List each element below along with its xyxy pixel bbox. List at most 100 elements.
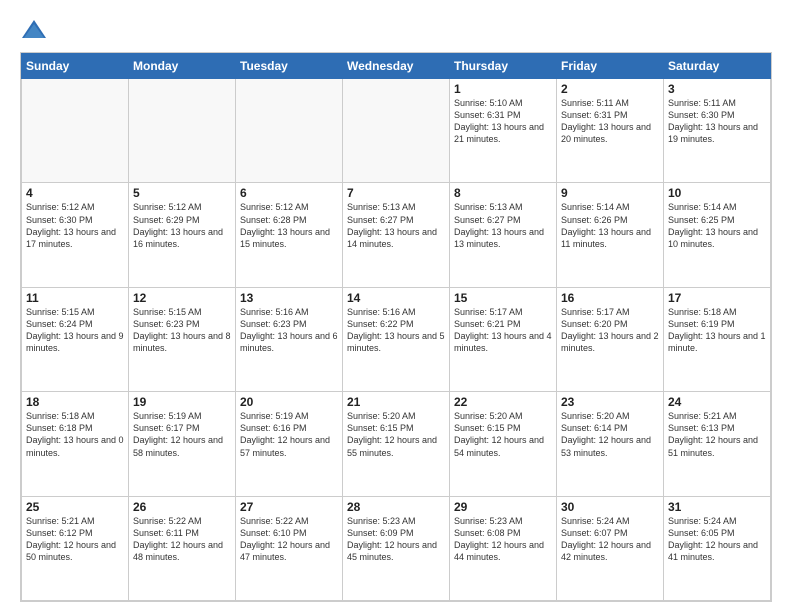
calendar-cell: 7Sunrise: 5:13 AM Sunset: 6:27 PM Daylig… xyxy=(343,183,450,287)
calendar-header: SundayMondayTuesdayWednesdayThursdayFrid… xyxy=(22,54,771,79)
day-number: 23 xyxy=(561,395,659,409)
header xyxy=(20,16,772,44)
day-number: 17 xyxy=(668,291,766,305)
calendar-cell: 8Sunrise: 5:13 AM Sunset: 6:27 PM Daylig… xyxy=(450,183,557,287)
day-info: Sunrise: 5:10 AM Sunset: 6:31 PM Dayligh… xyxy=(454,97,552,146)
calendar-cell: 30Sunrise: 5:24 AM Sunset: 6:07 PM Dayli… xyxy=(557,496,664,600)
day-info: Sunrise: 5:21 AM Sunset: 6:13 PM Dayligh… xyxy=(668,410,766,459)
calendar-cell: 5Sunrise: 5:12 AM Sunset: 6:29 PM Daylig… xyxy=(129,183,236,287)
day-info: Sunrise: 5:17 AM Sunset: 6:21 PM Dayligh… xyxy=(454,306,552,355)
calendar-cell xyxy=(343,79,450,183)
day-info: Sunrise: 5:19 AM Sunset: 6:17 PM Dayligh… xyxy=(133,410,231,459)
day-info: Sunrise: 5:11 AM Sunset: 6:30 PM Dayligh… xyxy=(668,97,766,146)
day-info: Sunrise: 5:23 AM Sunset: 6:08 PM Dayligh… xyxy=(454,515,552,564)
week-row-1: 1Sunrise: 5:10 AM Sunset: 6:31 PM Daylig… xyxy=(22,79,771,183)
day-info: Sunrise: 5:21 AM Sunset: 6:12 PM Dayligh… xyxy=(26,515,124,564)
day-info: Sunrise: 5:13 AM Sunset: 6:27 PM Dayligh… xyxy=(347,201,445,250)
day-number: 29 xyxy=(454,500,552,514)
calendar-cell: 23Sunrise: 5:20 AM Sunset: 6:14 PM Dayli… xyxy=(557,392,664,496)
calendar-cell: 28Sunrise: 5:23 AM Sunset: 6:09 PM Dayli… xyxy=(343,496,450,600)
day-info: Sunrise: 5:15 AM Sunset: 6:24 PM Dayligh… xyxy=(26,306,124,355)
day-info: Sunrise: 5:16 AM Sunset: 6:23 PM Dayligh… xyxy=(240,306,338,355)
calendar-cell: 31Sunrise: 5:24 AM Sunset: 6:05 PM Dayli… xyxy=(664,496,771,600)
day-number: 27 xyxy=(240,500,338,514)
day-number: 18 xyxy=(26,395,124,409)
calendar: SundayMondayTuesdayWednesdayThursdayFrid… xyxy=(20,52,772,602)
day-number: 22 xyxy=(454,395,552,409)
day-info: Sunrise: 5:15 AM Sunset: 6:23 PM Dayligh… xyxy=(133,306,231,355)
day-of-week-thursday: Thursday xyxy=(450,54,557,79)
week-row-5: 25Sunrise: 5:21 AM Sunset: 6:12 PM Dayli… xyxy=(22,496,771,600)
day-number: 13 xyxy=(240,291,338,305)
day-info: Sunrise: 5:11 AM Sunset: 6:31 PM Dayligh… xyxy=(561,97,659,146)
day-info: Sunrise: 5:18 AM Sunset: 6:18 PM Dayligh… xyxy=(26,410,124,459)
calendar-cell: 4Sunrise: 5:12 AM Sunset: 6:30 PM Daylig… xyxy=(22,183,129,287)
day-number: 8 xyxy=(454,186,552,200)
day-number: 4 xyxy=(26,186,124,200)
days-of-week-row: SundayMondayTuesdayWednesdayThursdayFrid… xyxy=(22,54,771,79)
calendar-cell: 19Sunrise: 5:19 AM Sunset: 6:17 PM Dayli… xyxy=(129,392,236,496)
calendar-cell: 27Sunrise: 5:22 AM Sunset: 6:10 PM Dayli… xyxy=(236,496,343,600)
day-info: Sunrise: 5:17 AM Sunset: 6:20 PM Dayligh… xyxy=(561,306,659,355)
day-number: 25 xyxy=(26,500,124,514)
day-number: 10 xyxy=(668,186,766,200)
logo xyxy=(20,16,52,44)
calendar-cell: 25Sunrise: 5:21 AM Sunset: 6:12 PM Dayli… xyxy=(22,496,129,600)
calendar-cell xyxy=(129,79,236,183)
calendar-cell: 24Sunrise: 5:21 AM Sunset: 6:13 PM Dayli… xyxy=(664,392,771,496)
day-of-week-tuesday: Tuesday xyxy=(236,54,343,79)
day-info: Sunrise: 5:23 AM Sunset: 6:09 PM Dayligh… xyxy=(347,515,445,564)
day-info: Sunrise: 5:18 AM Sunset: 6:19 PM Dayligh… xyxy=(668,306,766,355)
calendar-cell: 14Sunrise: 5:16 AM Sunset: 6:22 PM Dayli… xyxy=(343,287,450,391)
day-info: Sunrise: 5:22 AM Sunset: 6:10 PM Dayligh… xyxy=(240,515,338,564)
day-number: 26 xyxy=(133,500,231,514)
day-info: Sunrise: 5:24 AM Sunset: 6:05 PM Dayligh… xyxy=(668,515,766,564)
logo-icon xyxy=(20,16,48,44)
day-info: Sunrise: 5:14 AM Sunset: 6:25 PM Dayligh… xyxy=(668,201,766,250)
calendar-cell xyxy=(236,79,343,183)
day-info: Sunrise: 5:20 AM Sunset: 6:15 PM Dayligh… xyxy=(454,410,552,459)
day-of-week-wednesday: Wednesday xyxy=(343,54,450,79)
day-number: 2 xyxy=(561,82,659,96)
day-number: 21 xyxy=(347,395,445,409)
calendar-cell: 10Sunrise: 5:14 AM Sunset: 6:25 PM Dayli… xyxy=(664,183,771,287)
calendar-cell: 17Sunrise: 5:18 AM Sunset: 6:19 PM Dayli… xyxy=(664,287,771,391)
day-info: Sunrise: 5:16 AM Sunset: 6:22 PM Dayligh… xyxy=(347,306,445,355)
day-info: Sunrise: 5:13 AM Sunset: 6:27 PM Dayligh… xyxy=(454,201,552,250)
day-of-week-sunday: Sunday xyxy=(22,54,129,79)
day-number: 12 xyxy=(133,291,231,305)
day-info: Sunrise: 5:12 AM Sunset: 6:28 PM Dayligh… xyxy=(240,201,338,250)
day-number: 3 xyxy=(668,82,766,96)
calendar-cell: 21Sunrise: 5:20 AM Sunset: 6:15 PM Dayli… xyxy=(343,392,450,496)
day-number: 5 xyxy=(133,186,231,200)
day-info: Sunrise: 5:12 AM Sunset: 6:30 PM Dayligh… xyxy=(26,201,124,250)
calendar-cell: 12Sunrise: 5:15 AM Sunset: 6:23 PM Dayli… xyxy=(129,287,236,391)
calendar-cell: 11Sunrise: 5:15 AM Sunset: 6:24 PM Dayli… xyxy=(22,287,129,391)
calendar-cell: 26Sunrise: 5:22 AM Sunset: 6:11 PM Dayli… xyxy=(129,496,236,600)
day-info: Sunrise: 5:12 AM Sunset: 6:29 PM Dayligh… xyxy=(133,201,231,250)
calendar-table: SundayMondayTuesdayWednesdayThursdayFrid… xyxy=(21,53,771,601)
day-of-week-monday: Monday xyxy=(129,54,236,79)
day-number: 24 xyxy=(668,395,766,409)
day-number: 6 xyxy=(240,186,338,200)
calendar-cell xyxy=(22,79,129,183)
calendar-cell: 22Sunrise: 5:20 AM Sunset: 6:15 PM Dayli… xyxy=(450,392,557,496)
day-number: 7 xyxy=(347,186,445,200)
calendar-cell: 9Sunrise: 5:14 AM Sunset: 6:26 PM Daylig… xyxy=(557,183,664,287)
calendar-cell: 2Sunrise: 5:11 AM Sunset: 6:31 PM Daylig… xyxy=(557,79,664,183)
calendar-body: 1Sunrise: 5:10 AM Sunset: 6:31 PM Daylig… xyxy=(22,79,771,601)
calendar-cell: 13Sunrise: 5:16 AM Sunset: 6:23 PM Dayli… xyxy=(236,287,343,391)
calendar-cell: 16Sunrise: 5:17 AM Sunset: 6:20 PM Dayli… xyxy=(557,287,664,391)
day-number: 16 xyxy=(561,291,659,305)
day-number: 28 xyxy=(347,500,445,514)
day-number: 19 xyxy=(133,395,231,409)
day-number: 30 xyxy=(561,500,659,514)
day-number: 1 xyxy=(454,82,552,96)
day-number: 11 xyxy=(26,291,124,305)
day-of-week-friday: Friday xyxy=(557,54,664,79)
day-number: 14 xyxy=(347,291,445,305)
day-info: Sunrise: 5:22 AM Sunset: 6:11 PM Dayligh… xyxy=(133,515,231,564)
calendar-cell: 20Sunrise: 5:19 AM Sunset: 6:16 PM Dayli… xyxy=(236,392,343,496)
day-info: Sunrise: 5:19 AM Sunset: 6:16 PM Dayligh… xyxy=(240,410,338,459)
day-number: 20 xyxy=(240,395,338,409)
